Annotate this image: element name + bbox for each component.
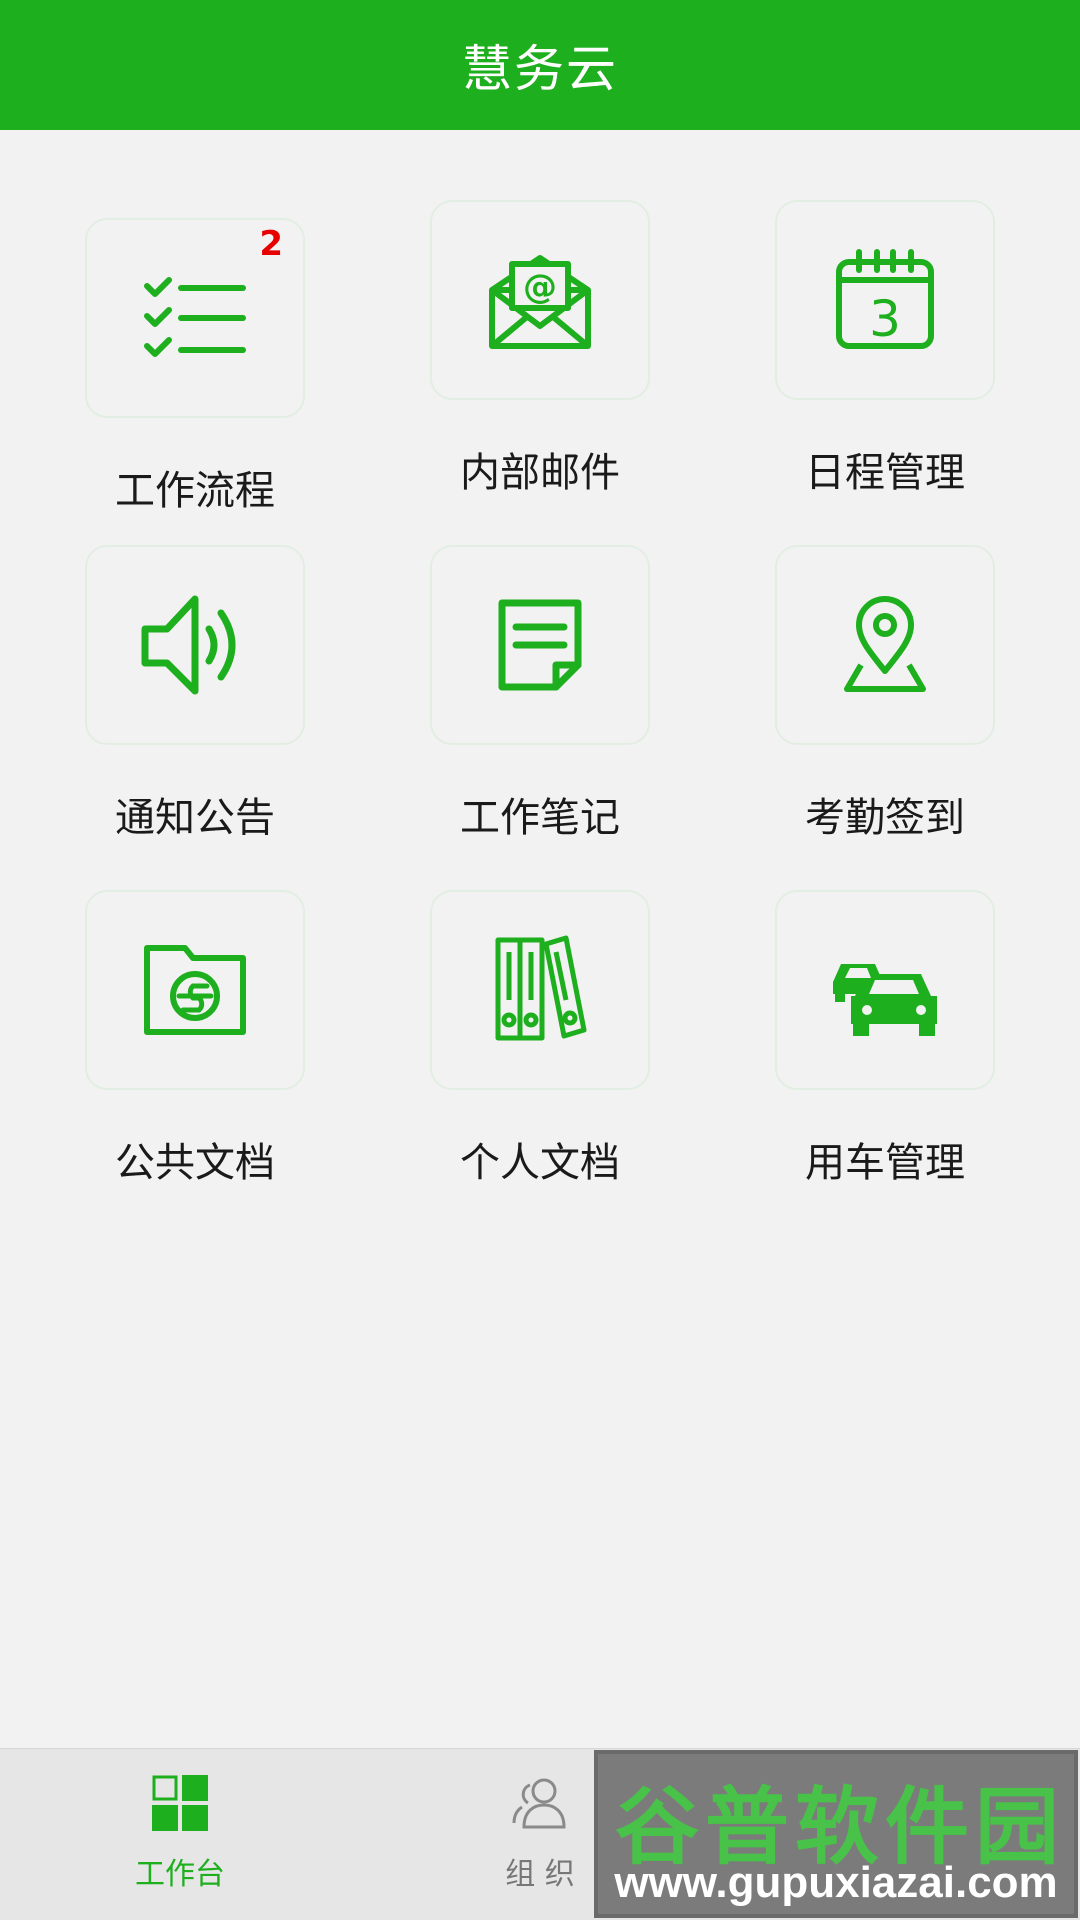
watermark-url: www.gupuxiazai.com [614,1858,1058,1907]
tile-attendance-box[interactable] [775,545,995,745]
nav-label: 工作台 [135,1857,225,1892]
tile-label: 工作流程 [115,468,275,514]
tile-label: 工作笔记 [460,795,620,841]
watermark-logo: 谷普软件园 [614,1778,1065,1876]
tile-label: 通知公告 [115,795,275,841]
tile-notes-box[interactable] [430,545,650,745]
binders-icon [495,935,587,1041]
tile-label: 公共文档 [115,1140,275,1186]
checklist-icon [144,277,246,357]
tile-attendance[interactable]: 考勤签到 [770,545,1000,843]
tile-mail[interactable]: @ 内部邮件 [425,200,655,498]
tile-public-docs-box[interactable] [85,890,305,1090]
shared-folder-icon [144,945,246,1035]
watermark-overlay: 谷普软件园 www.gupuxiazai.com [594,1750,1078,1918]
location-pin-icon [844,596,926,692]
tile-mail-box[interactable]: @ [430,200,650,400]
cars-icon [833,964,937,1036]
dashboard-icon [152,1775,208,1831]
tile-label: 内部邮件 [460,450,620,496]
tile-label: 用车管理 [805,1140,965,1186]
people-icon [512,1778,566,1829]
tile-schedule-box[interactable]: 3 [775,200,995,400]
tile-personal-docs[interactable]: 个人文档 [425,890,655,1188]
speaker-icon [141,595,236,695]
tile-vehicles[interactable]: 用车管理 [770,890,1000,1188]
tile-label: 日程管理 [805,450,965,496]
tile-notice[interactable]: 通知公告 [80,545,310,843]
tile-notice-box[interactable] [85,545,305,745]
tile-personal-docs-box[interactable] [430,890,650,1090]
tile-notes[interactable]: 工作笔记 [425,545,655,843]
nav-tab-workbench[interactable]: 工作台 [80,1749,280,1920]
note-icon [498,599,582,691]
calendar-day: 3 [869,290,901,348]
tile-public-docs[interactable]: 公共文档 [80,890,310,1188]
tile-workflow[interactable]: 2 工作流程 [80,218,310,516]
tile-label: 个人文档 [460,1140,620,1186]
function-grid: 2 工作流程 @ 内部邮件 3 日程管理 通知公告 工作笔记 考勤签到 公共文档… [0,0,1080,1200]
calendar-icon: 3 [836,249,934,349]
tile-vehicles-box[interactable] [775,890,995,1090]
notification-badge: 2 [259,224,283,264]
tile-label: 考勤签到 [805,795,965,841]
tile-schedule[interactable]: 3 日程管理 [770,200,1000,498]
email-icon: @ [489,255,591,349]
svg-text:@: @ [523,267,557,307]
tile-workflow-box[interactable]: 2 [85,218,305,418]
